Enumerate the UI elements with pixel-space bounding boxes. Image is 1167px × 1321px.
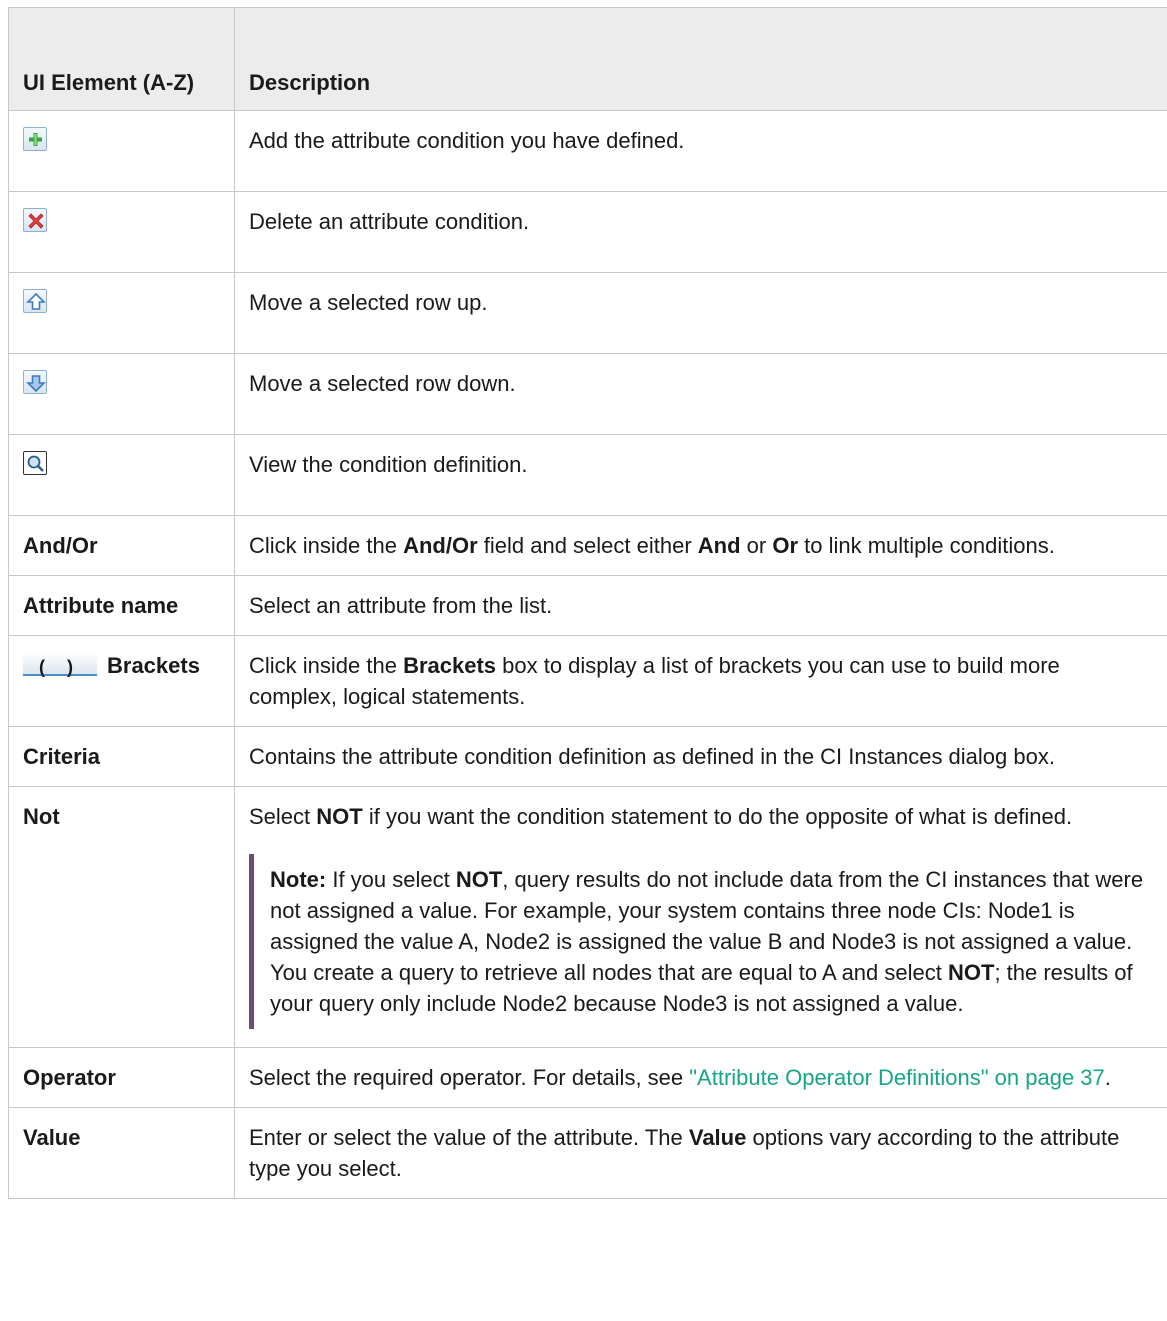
brackets-label: Brackets: [107, 653, 200, 678]
table-row: View the condition definition.: [8, 434, 1167, 516]
table-row: () Brackets Click inside the Brackets box…: [8, 635, 1167, 727]
table-row: Value Enter or select the value of the a…: [8, 1107, 1167, 1199]
row-description: Move a selected row down.: [234, 353, 1167, 435]
attribute-operator-definitions-link[interactable]: "Attribute Operator Definitions" on page…: [689, 1065, 1105, 1090]
table-row: Attribute name Select an attribute from …: [8, 575, 1167, 636]
not-label: Not: [8, 786, 235, 1048]
row-description: Move a selected row up.: [234, 272, 1167, 354]
table-row: Move a selected row down.: [8, 353, 1167, 435]
value-label: Value: [8, 1107, 235, 1199]
table-row: And/Or Click inside the And/Or field and…: [8, 515, 1167, 576]
brackets-description: Click inside the Brackets box to display…: [234, 635, 1167, 727]
row-description: View the condition definition.: [234, 434, 1167, 516]
note-label: Note:: [270, 867, 327, 892]
view-magnifier-icon: [23, 451, 47, 475]
note-box: Note: If you select NOT, query results d…: [249, 854, 1153, 1029]
row-description: Add the attribute condition you have def…: [234, 110, 1167, 192]
value-description: Enter or select the value of the attribu…: [234, 1107, 1167, 1199]
and-or-label: And/Or: [8, 515, 235, 576]
operator-description: Select the required operator. For detail…: [234, 1047, 1167, 1108]
column-header-description: Description: [234, 7, 1167, 111]
table-header-row: UI Element (A-Z) Description: [8, 7, 1167, 111]
table-row: Add the attribute condition you have def…: [8, 110, 1167, 192]
criteria-label: Criteria: [8, 726, 235, 787]
table-row: Criteria Contains the attribute conditio…: [8, 726, 1167, 787]
table-row: Operator Select the required operator. F…: [8, 1047, 1167, 1108]
brackets-icon: (): [23, 652, 97, 677]
attribute-name-description: Select an attribute from the list.: [234, 575, 1167, 636]
table-row: Delete an attribute condition.: [8, 191, 1167, 273]
move-down-icon: [23, 370, 47, 394]
row-description: Delete an attribute condition.: [234, 191, 1167, 273]
not-description: Select NOT if you want the condition sta…: [234, 786, 1167, 1048]
delete-icon: [23, 208, 47, 232]
column-header-ui-element: UI Element (A-Z): [8, 7, 235, 111]
table-row: Not Select NOT if you want the condition…: [8, 786, 1167, 1048]
move-up-icon: [23, 289, 47, 313]
and-or-description: Click inside the And/Or field and select…: [234, 515, 1167, 576]
attribute-name-label: Attribute name: [8, 575, 235, 636]
operator-label: Operator: [8, 1047, 235, 1108]
criteria-description: Contains the attribute condition definit…: [234, 726, 1167, 787]
ui-element-table: UI Element (A-Z) Description Add the att…: [8, 7, 1167, 1199]
add-icon: [23, 127, 47, 151]
table-row: Move a selected row up.: [8, 272, 1167, 354]
